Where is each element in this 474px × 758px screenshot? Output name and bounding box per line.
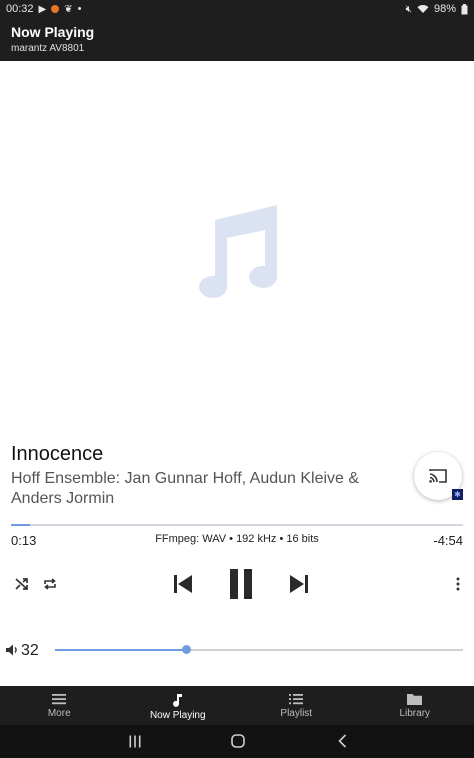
nav-playlist[interactable]: Playlist <box>237 686 356 725</box>
shuffle-icon <box>15 578 28 590</box>
seek-bar[interactable] <box>11 524 463 526</box>
music-note-placeholder-icon <box>199 205 277 298</box>
repeat-button[interactable] <box>40 574 60 594</box>
nav-now-playing-label: Now Playing <box>149 710 206 721</box>
volume-icon <box>6 644 17 656</box>
leaf-icon: ❦ <box>64 3 73 15</box>
previous-button[interactable] <box>169 570 197 598</box>
remaining-time: -4:54 <box>433 533 463 548</box>
volume-value: 32 <box>21 642 39 659</box>
folder-icon <box>407 694 423 705</box>
track-artist: Hoff Ensemble: Jan Gunnar Hoff, Audun Kl… <box>11 470 360 507</box>
skip-previous-icon <box>174 575 192 593</box>
more-notifications-icon: • <box>77 3 82 15</box>
battery-level: 98% <box>433 3 456 15</box>
status-time: 00:32 <box>6 3 34 15</box>
device-name: marantz AV8801 <box>11 43 85 54</box>
home-icon[interactable] <box>231 734 245 748</box>
nav-library-label: Library <box>399 708 431 719</box>
album-art <box>0 61 474 439</box>
recent-apps-icon[interactable] <box>129 735 141 748</box>
nav-library[interactable]: Library <box>356 686 474 725</box>
skip-next-icon <box>290 575 308 593</box>
battery-icon <box>461 3 468 14</box>
repeat-icon <box>44 578 56 590</box>
seek-bar-fill <box>11 524 31 526</box>
track-title: Innocence <box>11 443 104 465</box>
play-store-icon: ▶ <box>38 3 47 15</box>
cast-icon <box>429 469 447 483</box>
playlist-icon <box>289 694 304 705</box>
overflow-menu-button[interactable] <box>450 574 466 594</box>
volume-slider-fill <box>55 649 186 651</box>
audio-format: FFmpeg: WAV • 192 kHz • 16 bits <box>155 533 319 545</box>
system-navigation-bar <box>0 725 474 758</box>
nav-more[interactable]: More <box>0 686 119 725</box>
pause-button[interactable] <box>224 565 258 603</box>
bottom-navigation: More Now Playing Playlist Library <box>0 686 474 725</box>
wifi-icon <box>417 5 429 13</box>
next-button[interactable] <box>285 570 313 598</box>
volume-button[interactable] <box>5 643 20 662</box>
volume-slider[interactable] <box>55 645 463 654</box>
app-notification-icon <box>51 5 60 13</box>
back-icon[interactable] <box>338 734 347 748</box>
nav-more-label: More <box>47 708 71 719</box>
app-bar: Now Playing marantz AV8801 <box>0 18 474 61</box>
nav-now-playing[interactable]: Now Playing <box>119 686 238 725</box>
mute-icon: 🔇︎ <box>405 3 412 15</box>
nav-playlist-label: Playlist <box>280 708 313 719</box>
status-bar: 00:32 ▶ ❦ • 🔇︎ 98% <box>0 0 474 18</box>
menu-icon <box>52 694 67 705</box>
page-title: Now Playing <box>11 24 95 40</box>
volume-slider-thumb[interactable] <box>181 645 191 654</box>
music-note-icon <box>172 694 182 707</box>
more-vert-icon <box>456 577 460 591</box>
pause-icon <box>230 569 252 599</box>
shuffle-button[interactable] <box>12 574 32 594</box>
badge-icon: ✱ <box>452 489 463 500</box>
